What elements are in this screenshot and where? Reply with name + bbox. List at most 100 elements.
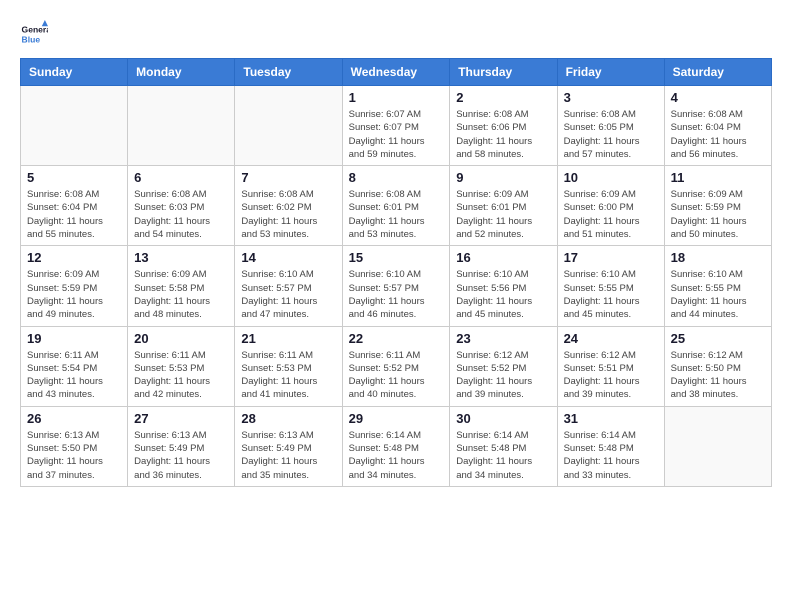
weekday-header-tuesday: Tuesday: [235, 59, 342, 86]
day-number: 14: [241, 250, 335, 265]
weekday-header-monday: Monday: [128, 59, 235, 86]
day-detail: Sunrise: 6:13 AM Sunset: 5:50 PM Dayligh…: [27, 429, 121, 482]
day-detail: Sunrise: 6:08 AM Sunset: 6:04 PM Dayligh…: [671, 108, 765, 161]
day-detail: Sunrise: 6:08 AM Sunset: 6:01 PM Dayligh…: [349, 188, 444, 241]
day-detail: Sunrise: 6:10 AM Sunset: 5:57 PM Dayligh…: [241, 268, 335, 321]
calendar-cell: 21 Sunrise: 6:11 AM Sunset: 5:53 PM Dayli…: [235, 326, 342, 406]
calendar: SundayMondayTuesdayWednesdayThursdayFrid…: [20, 58, 772, 487]
day-number: 13: [134, 250, 228, 265]
calendar-cell: 14 Sunrise: 6:10 AM Sunset: 5:57 PM Dayli…: [235, 246, 342, 326]
day-number: 5: [27, 170, 121, 185]
day-detail: Sunrise: 6:10 AM Sunset: 5:55 PM Dayligh…: [564, 268, 658, 321]
day-number: 4: [671, 90, 765, 105]
calendar-cell: [664, 406, 771, 486]
calendar-cell: 6Sunrise: 6:08 AM Sunset: 6:03 PM Daylig…: [128, 166, 235, 246]
day-detail: Sunrise: 6:08 AM Sunset: 6:04 PM Dayligh…: [27, 188, 121, 241]
day-number: 20: [134, 331, 228, 346]
calendar-cell: 9Sunrise: 6:09 AM Sunset: 6:01 PM Daylig…: [450, 166, 557, 246]
day-number: 8: [349, 170, 444, 185]
day-detail: Sunrise: 6:10 AM Sunset: 5:55 PM Dayligh…: [671, 268, 765, 321]
calendar-cell: 28 Sunrise: 6:13 AM Sunset: 5:49 PM Dayli…: [235, 406, 342, 486]
calendar-cell: 8 Sunrise: 6:08 AM Sunset: 6:01 PM Daylig…: [342, 166, 450, 246]
calendar-cell: 13 Sunrise: 6:09 AM Sunset: 5:58 PM Dayli…: [128, 246, 235, 326]
logo-icon: General Blue: [20, 20, 48, 48]
day-detail: Sunrise: 6:14 AM Sunset: 5:48 PM Dayligh…: [456, 429, 550, 482]
day-detail: Sunrise: 6:12 AM Sunset: 5:50 PM Dayligh…: [671, 349, 765, 402]
day-detail: Sunrise: 6:09 AM Sunset: 5:58 PM Dayligh…: [134, 268, 228, 321]
calendar-cell: 5 Sunrise: 6:08 AM Sunset: 6:04 PM Daylig…: [21, 166, 128, 246]
day-detail: Sunrise: 6:13 AM Sunset: 5:49 PM Dayligh…: [241, 429, 335, 482]
day-number: 30: [456, 411, 550, 426]
day-detail: Sunrise: 6:08 AM Sunset: 6:02 PM Dayligh…: [241, 188, 335, 241]
calendar-cell: [235, 86, 342, 166]
calendar-week-3: 12Sunrise: 6:09 AM Sunset: 5:59 PM Dayli…: [21, 246, 772, 326]
day-detail: Sunrise: 6:09 AM Sunset: 5:59 PM Dayligh…: [27, 268, 121, 321]
day-number: 3: [564, 90, 658, 105]
weekday-header-sunday: Sunday: [21, 59, 128, 86]
calendar-cell: 26 Sunrise: 6:13 AM Sunset: 5:50 PM Dayli…: [21, 406, 128, 486]
calendar-cell: 25 Sunrise: 6:12 AM Sunset: 5:50 PM Dayli…: [664, 326, 771, 406]
day-number: 22: [349, 331, 444, 346]
calendar-cell: [128, 86, 235, 166]
day-number: 21: [241, 331, 335, 346]
calendar-cell: 7 Sunrise: 6:08 AM Sunset: 6:02 PM Daylig…: [235, 166, 342, 246]
day-number: 9: [456, 170, 550, 185]
day-detail: Sunrise: 6:11 AM Sunset: 5:53 PM Dayligh…: [241, 349, 335, 402]
calendar-cell: 22Sunrise: 6:11 AM Sunset: 5:52 PM Dayli…: [342, 326, 450, 406]
day-detail: Sunrise: 6:10 AM Sunset: 5:56 PM Dayligh…: [456, 268, 550, 321]
calendar-cell: [21, 86, 128, 166]
day-number: 17: [564, 250, 658, 265]
day-number: 25: [671, 331, 765, 346]
day-number: 6: [134, 170, 228, 185]
calendar-cell: 19 Sunrise: 6:11 AM Sunset: 5:54 PM Dayli…: [21, 326, 128, 406]
day-detail: Sunrise: 6:12 AM Sunset: 5:51 PM Dayligh…: [564, 349, 658, 402]
day-detail: Sunrise: 6:14 AM Sunset: 5:48 PM Dayligh…: [349, 429, 444, 482]
calendar-cell: 29 Sunrise: 6:14 AM Sunset: 5:48 PM Dayli…: [342, 406, 450, 486]
day-number: 27: [134, 411, 228, 426]
calendar-cell: 1 Sunrise: 6:07 AM Sunset: 6:07 PM Daylig…: [342, 86, 450, 166]
day-detail: Sunrise: 6:09 AM Sunset: 6:00 PM Dayligh…: [564, 188, 658, 241]
day-detail: Sunrise: 6:07 AM Sunset: 6:07 PM Dayligh…: [349, 108, 444, 161]
header: General Blue: [20, 20, 772, 48]
day-number: 7: [241, 170, 335, 185]
day-detail: Sunrise: 6:14 AM Sunset: 5:48 PM Dayligh…: [564, 429, 658, 482]
calendar-cell: 4 Sunrise: 6:08 AM Sunset: 6:04 PM Daylig…: [664, 86, 771, 166]
calendar-cell: 16Sunrise: 6:10 AM Sunset: 5:56 PM Dayli…: [450, 246, 557, 326]
day-number: 31: [564, 411, 658, 426]
calendar-cell: 18 Sunrise: 6:10 AM Sunset: 5:55 PM Dayli…: [664, 246, 771, 326]
day-number: 15: [349, 250, 444, 265]
calendar-week-4: 19 Sunrise: 6:11 AM Sunset: 5:54 PM Dayli…: [21, 326, 772, 406]
calendar-cell: 2 Sunrise: 6:08 AM Sunset: 6:06 PM Daylig…: [450, 86, 557, 166]
day-number: 11: [671, 170, 765, 185]
day-number: 28: [241, 411, 335, 426]
day-number: 23: [456, 331, 550, 346]
calendar-cell: 27Sunrise: 6:13 AM Sunset: 5:49 PM Dayli…: [128, 406, 235, 486]
calendar-week-5: 26 Sunrise: 6:13 AM Sunset: 5:50 PM Dayli…: [21, 406, 772, 486]
logo: General Blue: [20, 20, 52, 48]
day-number: 2: [456, 90, 550, 105]
day-number: 1: [349, 90, 444, 105]
day-detail: Sunrise: 6:09 AM Sunset: 5:59 PM Dayligh…: [671, 188, 765, 241]
svg-text:Blue: Blue: [22, 35, 41, 45]
day-number: 19: [27, 331, 121, 346]
day-number: 29: [349, 411, 444, 426]
weekday-header-saturday: Saturday: [664, 59, 771, 86]
day-number: 26: [27, 411, 121, 426]
day-detail: Sunrise: 6:11 AM Sunset: 5:54 PM Dayligh…: [27, 349, 121, 402]
weekday-header-wednesday: Wednesday: [342, 59, 450, 86]
day-number: 18: [671, 250, 765, 265]
weekday-header-friday: Friday: [557, 59, 664, 86]
calendar-cell: 24Sunrise: 6:12 AM Sunset: 5:51 PM Dayli…: [557, 326, 664, 406]
calendar-cell: 30 Sunrise: 6:14 AM Sunset: 5:48 PM Dayli…: [450, 406, 557, 486]
calendar-cell: 20Sunrise: 6:11 AM Sunset: 5:53 PM Dayli…: [128, 326, 235, 406]
day-detail: Sunrise: 6:08 AM Sunset: 6:05 PM Dayligh…: [564, 108, 658, 161]
calendar-cell: 23 Sunrise: 6:12 AM Sunset: 5:52 PM Dayli…: [450, 326, 557, 406]
weekday-header-thursday: Thursday: [450, 59, 557, 86]
day-detail: Sunrise: 6:12 AM Sunset: 5:52 PM Dayligh…: [456, 349, 550, 402]
calendar-week-1: 1 Sunrise: 6:07 AM Sunset: 6:07 PM Daylig…: [21, 86, 772, 166]
calendar-cell: 15Sunrise: 6:10 AM Sunset: 5:57 PM Dayli…: [342, 246, 450, 326]
day-detail: Sunrise: 6:08 AM Sunset: 6:06 PM Dayligh…: [456, 108, 550, 161]
calendar-cell: 11 Sunrise: 6:09 AM Sunset: 5:59 PM Dayli…: [664, 166, 771, 246]
weekday-header-row: SundayMondayTuesdayWednesdayThursdayFrid…: [21, 59, 772, 86]
calendar-cell: 31 Sunrise: 6:14 AM Sunset: 5:48 PM Dayli…: [557, 406, 664, 486]
